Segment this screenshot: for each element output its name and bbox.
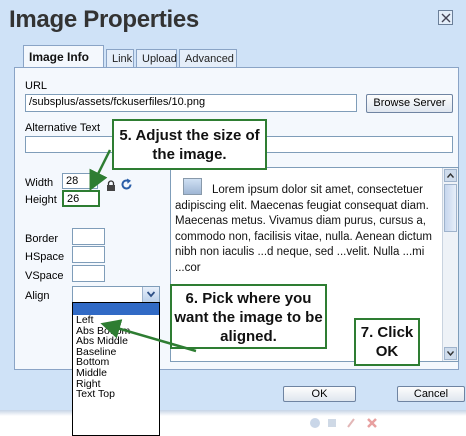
height-label: Height [25, 194, 57, 206]
url-label: URL [25, 80, 48, 92]
preview-text: Lorem ipsum dolor sit amet, consectetuer… [175, 184, 432, 274]
scroll-thumb[interactable] [444, 184, 457, 232]
callout-step-5: 5. Adjust the size of the image. [112, 119, 267, 170]
vspace-label: VSpace [25, 270, 64, 282]
close-icon [441, 13, 451, 23]
scroll-down-button[interactable] [444, 347, 457, 360]
align-option-middle[interactable]: Middle [73, 368, 159, 379]
page-below-dialog [0, 410, 466, 436]
callout-step-7: 7. Click OK [354, 318, 420, 366]
align-label: Align [25, 290, 50, 302]
chevron-down-icon [447, 351, 454, 356]
chevron-down-icon [147, 291, 155, 298]
align-option-left[interactable]: Left [73, 315, 159, 326]
align-options-list[interactable]: Left Abs Bottom Abs Middle Baseline Bott… [72, 302, 160, 436]
dialog-titlebar: Image Properties [0, 0, 466, 42]
preview-image [183, 178, 202, 195]
reset-size-icon[interactable] [120, 178, 133, 191]
editor-toolbar-icons [310, 418, 377, 428]
preview-scrollbar[interactable] [442, 168, 458, 361]
close-button[interactable] [438, 10, 453, 25]
alt-text-label: Alternative Text [25, 122, 101, 134]
chevron-up-icon [447, 173, 454, 178]
border-input[interactable] [72, 228, 105, 245]
width-input[interactable]: 28 [62, 173, 98, 189]
callout-step-6: 6. Pick where you want the image to be a… [170, 284, 327, 349]
cancel-button[interactable]: Cancel [397, 386, 465, 402]
tab-advanced[interactable]: Advanced [179, 49, 237, 67]
align-option-text-top[interactable]: Text Top [73, 389, 159, 400]
url-input[interactable]: /subsplus/assets/fckuserfiles/10.png [25, 94, 357, 112]
height-input[interactable]: 26 [62, 190, 100, 207]
align-select[interactable] [72, 286, 160, 303]
width-label: Width [25, 177, 54, 189]
hspace-label: HSpace [25, 251, 65, 263]
image-properties-dialog: Image Properties Image Info Link Upload … [0, 0, 466, 436]
scroll-up-button[interactable] [444, 169, 457, 182]
vspace-input[interactable] [72, 265, 105, 282]
tab-image-info[interactable]: Image Info [23, 45, 104, 68]
align-dropdown-button[interactable] [142, 287, 159, 302]
tab-upload[interactable]: Upload [136, 49, 177, 67]
ok-button[interactable]: OK [283, 386, 356, 402]
tab-link[interactable]: Link [106, 49, 134, 67]
dialog-title: Image Properties [9, 6, 199, 33]
border-label: Border [25, 233, 59, 245]
browse-server-button[interactable]: Browse Server [366, 94, 453, 113]
lock-ratio-icon[interactable] [106, 180, 116, 192]
hspace-input[interactable] [72, 246, 105, 263]
